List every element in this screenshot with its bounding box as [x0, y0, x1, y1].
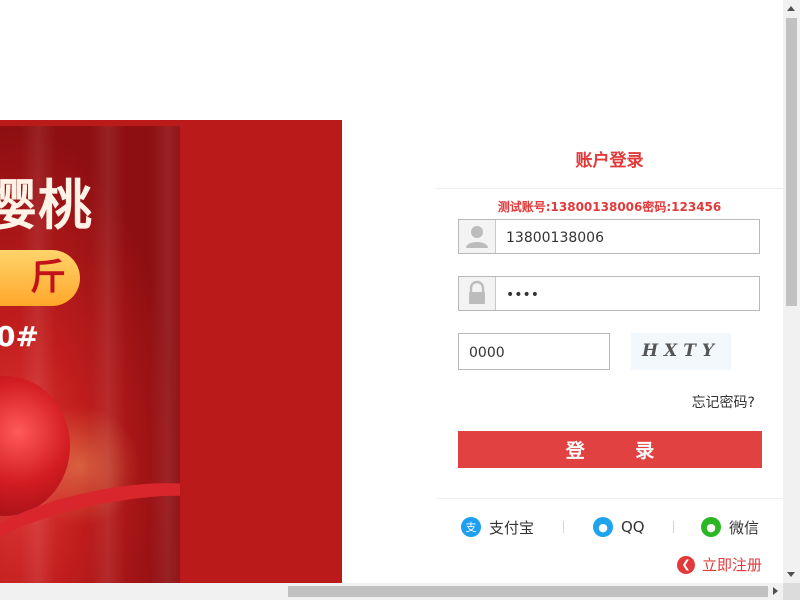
- wechat-label: 微信: [729, 518, 760, 537]
- scroll-up-arrow-icon[interactable]: [787, 6, 795, 11]
- alipay-icon: 支: [461, 517, 481, 537]
- qq-login-link[interactable]: ● QQ: [593, 516, 645, 538]
- banner-image[interactable]: 樱桃 斤 0#: [0, 126, 180, 583]
- username-input[interactable]: [495, 220, 768, 255]
- verification-code-field[interactable]: [458, 333, 611, 371]
- promo-code: 0#: [0, 320, 39, 353]
- register-link[interactable]: ❮ 立即注册: [676, 554, 762, 575]
- scrollbar-corner: [783, 583, 800, 600]
- horizontal-scroll-thumb[interactable]: [288, 586, 768, 597]
- user-icon: [459, 220, 496, 253]
- wechat-login-link[interactable]: ● 微信: [701, 516, 759, 538]
- scroll-down-arrow-icon[interactable]: [787, 572, 795, 577]
- login-title: 账户登录: [436, 140, 783, 189]
- qq-icon: ●: [593, 517, 613, 537]
- price-pill: 斤: [0, 250, 80, 306]
- test-account-hint: 测试账号:13800138006密码:123456: [497, 200, 722, 214]
- password-field[interactable]: [458, 276, 768, 312]
- qq-label: QQ: [621, 518, 645, 536]
- register-label: 立即注册: [701, 556, 762, 574]
- separator: [673, 521, 674, 533]
- captcha-image[interactable]: HXTY: [631, 333, 731, 370]
- password-input[interactable]: [495, 277, 768, 312]
- promo-banner[interactable]: 樱桃 斤 0#: [0, 120, 342, 583]
- divider: [436, 498, 783, 499]
- separator: [563, 521, 564, 533]
- lock-icon: [459, 277, 496, 310]
- horizontal-scrollbar[interactable]: [0, 583, 783, 600]
- banner-title: 樱桃: [0, 173, 94, 237]
- chevron-left-icon: ❮: [676, 555, 695, 574]
- forgot-password-link[interactable]: 忘记密码?: [692, 392, 755, 412]
- social-login-bar: 支 支付宝 ● QQ ● 微信: [436, 516, 783, 538]
- login-button[interactable]: 登 录: [458, 431, 762, 468]
- vertical-scroll-thumb[interactable]: [786, 18, 797, 306]
- alipay-label: 支付宝: [489, 518, 535, 537]
- scroll-right-arrow-icon[interactable]: [773, 587, 778, 595]
- vertical-scrollbar[interactable]: [783, 0, 800, 583]
- verification-code-input[interactable]: [459, 334, 611, 371]
- alipay-login-link[interactable]: 支 支付宝: [461, 516, 534, 538]
- login-panel: 账户登录 测试账号:13800138006密码:123456 HXTY 忘记密码…: [436, 140, 783, 574]
- username-field[interactable]: [458, 219, 768, 255]
- wechat-icon: ●: [701, 517, 721, 537]
